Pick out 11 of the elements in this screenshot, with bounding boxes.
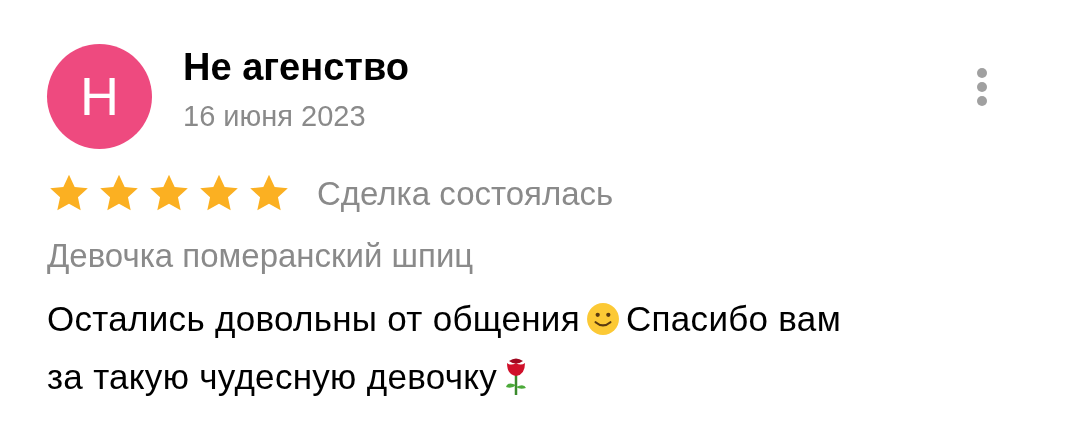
smiley-icon (586, 302, 620, 336)
more-icon[interactable] (976, 67, 988, 107)
review-subject: Девочка померанский шпиц (47, 235, 475, 276)
review-text: Спасибо вам (626, 297, 841, 340)
rose-icon (503, 357, 529, 397)
review-date: 16 июня 2023 (183, 99, 367, 134)
review-text: Остались довольны от общения (47, 297, 580, 340)
author-name: Не агенство (183, 46, 409, 88)
review-text: за такую чудесную девочку (47, 355, 497, 398)
deal-status: Сделка состоялась (317, 174, 614, 214)
avatar: Н (47, 44, 152, 149)
